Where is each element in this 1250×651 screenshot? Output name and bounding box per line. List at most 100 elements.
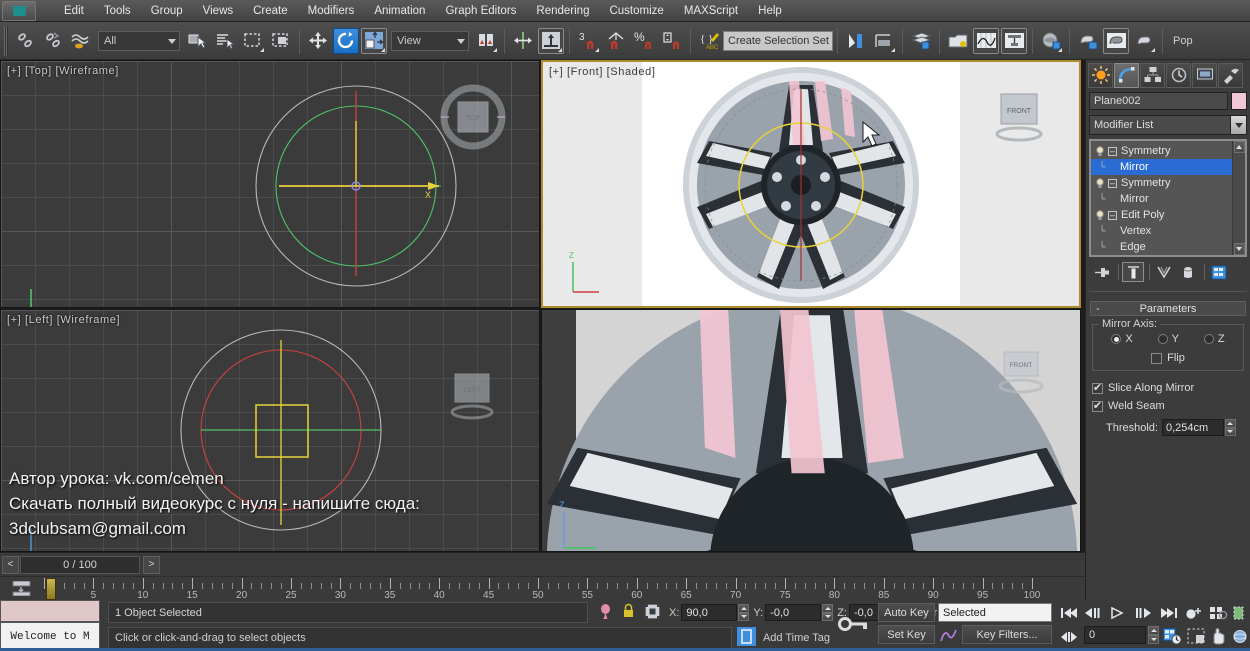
- undo-icon[interactable]: [12, 28, 38, 54]
- modifier-stack-row[interactable]: └ Vertex: [1091, 223, 1232, 239]
- menu-item-help[interactable]: Help: [748, 0, 792, 22]
- modifier-stack-row[interactable]: └ Mirror: [1091, 159, 1232, 175]
- render-production-icon[interactable]: [1131, 28, 1157, 54]
- create-tab-icon[interactable]: [1088, 62, 1113, 88]
- parameters-rollout-header[interactable]: - Parameters: [1090, 301, 1246, 316]
- front-viewport[interactable]: Z [+] [Front] [Shaded] FRONT: [541, 60, 1081, 308]
- zoom-all-icon[interactable]: [1230, 602, 1250, 623]
- modifier-stack-row[interactable]: – Symmetry: [1091, 175, 1232, 191]
- menu-item-tools[interactable]: Tools: [94, 0, 141, 22]
- zoom-viewport-icon[interactable]: [1208, 602, 1229, 623]
- open-mini-curve-editor-icon[interactable]: [12, 580, 32, 597]
- angle-snap-icon[interactable]: [603, 28, 629, 54]
- modifier-stack[interactable]: – Symmetry └ Mirror – Symmetry └ Mirror – Edit Po…: [1089, 139, 1247, 257]
- current-frame-input[interactable]: 0: [1084, 626, 1146, 644]
- set-key-button[interactable]: Set Key: [878, 625, 935, 644]
- menu-item-customize[interactable]: Customize: [599, 0, 673, 22]
- menu-item-rendering[interactable]: Rendering: [526, 0, 599, 22]
- hierarchy-tab-icon[interactable]: [1140, 62, 1165, 88]
- welcome-tab[interactable]: Welcome to M: [0, 622, 100, 651]
- light-bulb-icon[interactable]: [1095, 145, 1105, 157]
- light-bulb-icon[interactable]: [1095, 209, 1105, 221]
- align-objects-icon[interactable]: [871, 28, 897, 54]
- coord-x-spinner[interactable]: [738, 604, 750, 621]
- curve-editor-icon[interactable]: [973, 27, 999, 54]
- toolbar-overflow-label[interactable]: Pop: [1173, 35, 1193, 47]
- edit-named-selection-sets-icon[interactable]: { } ABC: [696, 28, 722, 54]
- threshold-spinner-buttons[interactable]: [1224, 419, 1236, 436]
- spinner-down-icon[interactable]: [738, 612, 750, 621]
- isolate-selection-icon[interactable]: [599, 603, 612, 623]
- scroll-up-button[interactable]: [1233, 141, 1245, 153]
- spinner-up-icon[interactable]: [1148, 626, 1159, 635]
- scroll-down-button[interactable]: [1233, 243, 1245, 255]
- modifier-stack-row[interactable]: – Edit Poly: [1091, 207, 1232, 223]
- menu-item-animation[interactable]: Animation: [364, 0, 435, 22]
- modifier-stack-row[interactable]: └Border: [1091, 255, 1232, 257]
- checkbox-icon[interactable]: ✔: [1092, 400, 1103, 412]
- view-cube[interactable]: FRONT: [987, 86, 1051, 151]
- absolute-relative-transform-icon[interactable]: [645, 603, 660, 622]
- remove-modifier-icon[interactable]: [1177, 262, 1199, 282]
- rollout-collapse-icon[interactable]: -: [1096, 303, 1100, 315]
- play-animation-icon[interactable]: [1106, 602, 1127, 623]
- spinner-snap-icon[interactable]: [659, 28, 685, 54]
- front-viewport-label[interactable]: [+] [Front] [Shaded]: [549, 66, 655, 78]
- selection-lock-icon[interactable]: [622, 603, 635, 622]
- key-mode-toggle-icon[interactable]: [832, 600, 876, 648]
- go-to-end-icon[interactable]: [1158, 602, 1179, 623]
- slice-along-mirror-row[interactable]: ✔ Slice Along Mirror: [1092, 382, 1244, 394]
- view-cube[interactable]: LEFT: [441, 368, 503, 427]
- checkbox-icon[interactable]: ✔: [1092, 382, 1103, 394]
- rendered-frame-window-icon[interactable]: [1103, 27, 1129, 54]
- orbit-icon[interactable]: [1230, 626, 1250, 647]
- make-unique-icon[interactable]: [1153, 262, 1175, 282]
- spinner-up-icon[interactable]: [738, 604, 750, 613]
- spinner-down-icon[interactable]: [1224, 427, 1236, 436]
- previous-frame-button[interactable]: <: [2, 555, 19, 574]
- motion-tab-icon[interactable]: [1166, 62, 1191, 88]
- select-object-icon[interactable]: [184, 28, 210, 54]
- select-and-scale-icon[interactable]: [361, 27, 387, 54]
- percent-snap-icon[interactable]: %: [631, 28, 657, 54]
- named-selection-set-input[interactable]: Create Selection Set: [723, 30, 833, 51]
- chevron-down-icon[interactable]: [1230, 116, 1246, 134]
- bind-spacewarp-icon[interactable]: [68, 28, 94, 54]
- toolbar-grip[interactable]: [4, 25, 8, 56]
- weld-seam-row[interactable]: ✔ Weld Seam: [1092, 400, 1244, 412]
- key-filters-button[interactable]: Key Filters...: [962, 625, 1052, 644]
- previous-frame-icon[interactable]: [1082, 602, 1103, 623]
- maxscript-mini-listener[interactable]: [0, 600, 100, 622]
- time-slider-field[interactable]: 0 / 100: [20, 555, 140, 574]
- set-key-curve-icon[interactable]: [938, 625, 960, 644]
- modify-tab-icon[interactable]: [1114, 62, 1139, 88]
- pan-view-icon[interactable]: [1208, 626, 1229, 647]
- expand-collapse-icon[interactable]: –: [1108, 178, 1117, 188]
- track-bar[interactable]: 5 10 15 20 25 30 35 40 45 50 55 60 65 70 75 80 85 90 95 100: [0, 576, 1085, 601]
- select-by-name-icon[interactable]: [212, 28, 238, 54]
- select-and-move-icon[interactable]: [305, 28, 331, 54]
- add-time-tag-label[interactable]: Add Time Tag: [763, 632, 830, 644]
- reference-coordinate-combo[interactable]: View: [391, 30, 469, 51]
- key-mode-icon[interactable]: [1058, 626, 1079, 647]
- modifier-stack-row[interactable]: └ Edge: [1091, 239, 1232, 255]
- object-color-swatch[interactable]: [1231, 92, 1247, 110]
- select-and-rotate-icon[interactable]: [333, 27, 359, 54]
- menu-item-views[interactable]: Views: [193, 0, 243, 22]
- left-viewport[interactable]: [+] [Left] [Wireframe] LEFT Автор урока:…: [0, 309, 540, 552]
- mirror-axis-y-radio[interactable]: Y: [1157, 333, 1179, 345]
- mirror-icon[interactable]: [510, 28, 536, 54]
- schematic-view-icon[interactable]: [1001, 27, 1027, 54]
- checkbox-icon[interactable]: [1151, 352, 1163, 364]
- selection-filter-combo[interactable]: All: [98, 30, 180, 51]
- view-cube[interactable]: FRONT: [988, 348, 1054, 403]
- flip-checkbox-row[interactable]: Flip: [1151, 352, 1185, 364]
- show-end-result-icon[interactable]: [1122, 262, 1144, 282]
- menu-item-maxscript[interactable]: MAXScript: [674, 0, 748, 22]
- next-frame-icon[interactable]: [1132, 602, 1153, 623]
- top-viewport[interactable]: [+] [Top] [Wireframe] X TOP: [0, 60, 540, 308]
- menu-item-create[interactable]: Create: [243, 0, 298, 22]
- configure-modifier-sets-icon[interactable]: [1208, 262, 1230, 282]
- menu-item-group[interactable]: Group: [141, 0, 193, 22]
- mirror-geometry-icon[interactable]: [843, 28, 869, 54]
